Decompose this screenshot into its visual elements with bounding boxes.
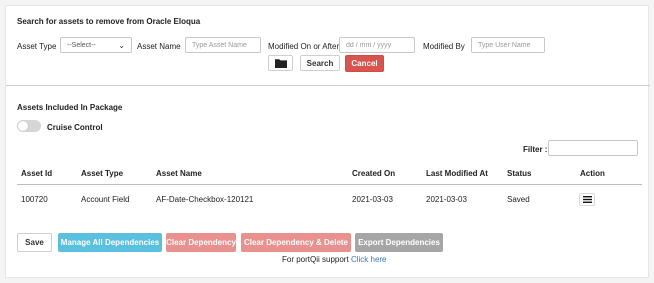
row-action-button[interactable] <box>579 193 595 206</box>
support-footer: For portQii support Click here <box>282 255 387 264</box>
cell-status: Saved <box>507 195 530 204</box>
asset-type-select[interactable]: --Select-- ⌄ <box>60 37 132 53</box>
asset-name-input[interactable] <box>185 37 261 53</box>
hamburger-menu-icon <box>582 196 592 203</box>
cell-created-on: 2021-03-03 <box>352 195 393 204</box>
support-link[interactable]: Click here <box>351 255 387 264</box>
clear-dependency-delete-button[interactable]: Clear Dependency & Delete <box>241 233 351 252</box>
clear-dependency-button[interactable]: Clear Dependency <box>166 233 236 252</box>
chevron-down-icon: ⌄ <box>118 40 125 50</box>
save-button[interactable]: Save <box>17 233 52 252</box>
filter-label: Filter : <box>523 145 548 154</box>
column-header-asset-name: Asset Name <box>156 169 202 178</box>
cell-asset-id: 100720 <box>21 195 48 204</box>
modified-by-input[interactable] <box>471 37 545 53</box>
column-header-action: Action <box>580 169 605 178</box>
cell-asset-name: AF-Date-Checkbox-120121 <box>156 195 254 204</box>
table-header-divider <box>17 184 642 185</box>
manage-all-dependencies-button[interactable]: Manage All Dependencies <box>58 233 162 252</box>
modified-date-input[interactable] <box>339 37 415 53</box>
modified-by-label: Modified By <box>423 42 465 51</box>
toggle-knob <box>18 121 28 131</box>
asset-type-selected-value: --Select-- <box>67 41 96 49</box>
column-header-status: Status <box>507 169 532 178</box>
cell-asset-type: Account Field <box>81 195 130 204</box>
column-header-asset-type: Asset Type <box>81 169 124 178</box>
cancel-button[interactable]: Cancel <box>345 55 384 72</box>
search-button[interactable]: Search <box>300 55 340 71</box>
column-header-created-on: Created On <box>352 169 396 178</box>
asset-name-label: Asset Name <box>137 42 181 51</box>
column-header-last-modified: Last Modified At <box>426 169 488 178</box>
main-panel: Search for assets to remove from Oracle … <box>5 5 650 278</box>
support-text: For portQii support <box>282 255 349 264</box>
folder-button[interactable] <box>268 55 293 71</box>
package-section-title: Assets Included In Package <box>17 103 123 112</box>
cruise-control-toggle[interactable] <box>17 120 41 132</box>
asset-type-label: Asset Type <box>17 42 57 51</box>
filter-input[interactable] <box>548 140 638 156</box>
search-section-title: Search for assets to remove from Oracle … <box>17 17 201 26</box>
column-header-asset-id: Asset Id <box>21 169 53 178</box>
cell-last-modified: 2021-03-03 <box>426 195 467 204</box>
section-divider <box>6 85 650 86</box>
modified-on-label: Modified On or After <box>268 42 340 51</box>
cruise-control-label: Cruise Control <box>47 123 103 132</box>
folder-icon <box>274 59 287 68</box>
export-dependencies-button[interactable]: Export Dependencies <box>355 233 443 252</box>
